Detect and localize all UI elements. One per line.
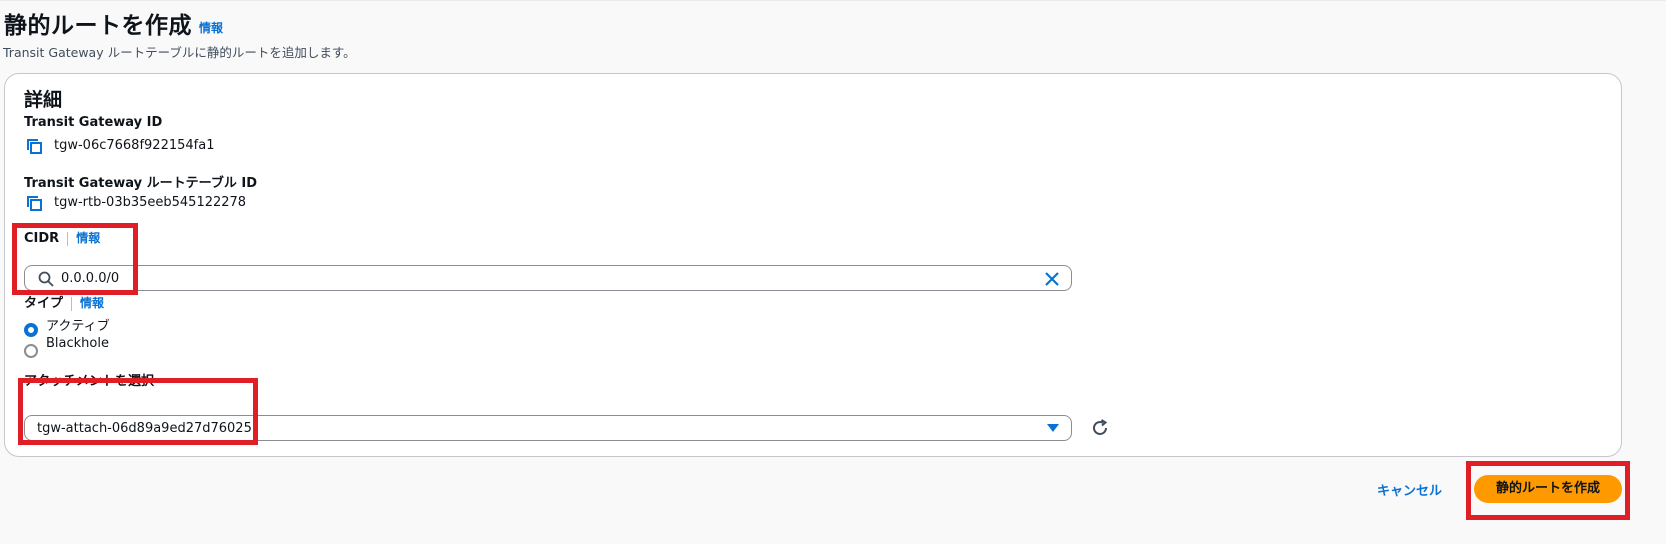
type-label-text: タイプ	[24, 296, 64, 311]
radio-blackhole[interactable]	[24, 344, 38, 358]
separator	[71, 296, 73, 311]
copy-icon[interactable]	[26, 138, 44, 156]
type-info-link[interactable]: 情報	[80, 296, 104, 310]
tgw-id-label: Transit Gateway ID	[24, 115, 163, 130]
highlight-box-create	[1466, 461, 1630, 520]
highlight-box-cidr	[12, 223, 138, 295]
cidr-input[interactable]	[61, 269, 1011, 287]
route-table-id-value: tgw-rtb-03b35eeb545122278	[54, 195, 247, 210]
cidr-search-field[interactable]	[24, 265, 1072, 291]
caret-down-icon	[1047, 424, 1059, 432]
page-description: Transit Gateway ルートテーブルに静的ルートを追加します。	[3, 45, 356, 60]
copy-icon[interactable]	[26, 195, 44, 213]
refresh-icon[interactable]	[1090, 418, 1110, 438]
tgw-id-value: tgw-06c7668f922154fa1	[54, 138, 215, 153]
highlight-box-attachment	[18, 378, 258, 445]
route-table-id-label: Transit Gateway ルートテーブル ID	[24, 176, 258, 191]
radio-blackhole-label[interactable]: Blackhole	[46, 336, 109, 351]
page-title: 静的ルートを作成	[4, 13, 192, 39]
clear-icon[interactable]	[1043, 270, 1061, 288]
radio-active[interactable]	[24, 323, 38, 337]
cancel-button[interactable]: キャンセル	[1377, 480, 1442, 499]
page-info-link[interactable]: 情報	[199, 19, 223, 36]
radio-active-label[interactable]: アクティブ	[46, 315, 110, 334]
top-divider	[0, 0, 1666, 1]
details-heading: 詳細	[24, 89, 63, 111]
